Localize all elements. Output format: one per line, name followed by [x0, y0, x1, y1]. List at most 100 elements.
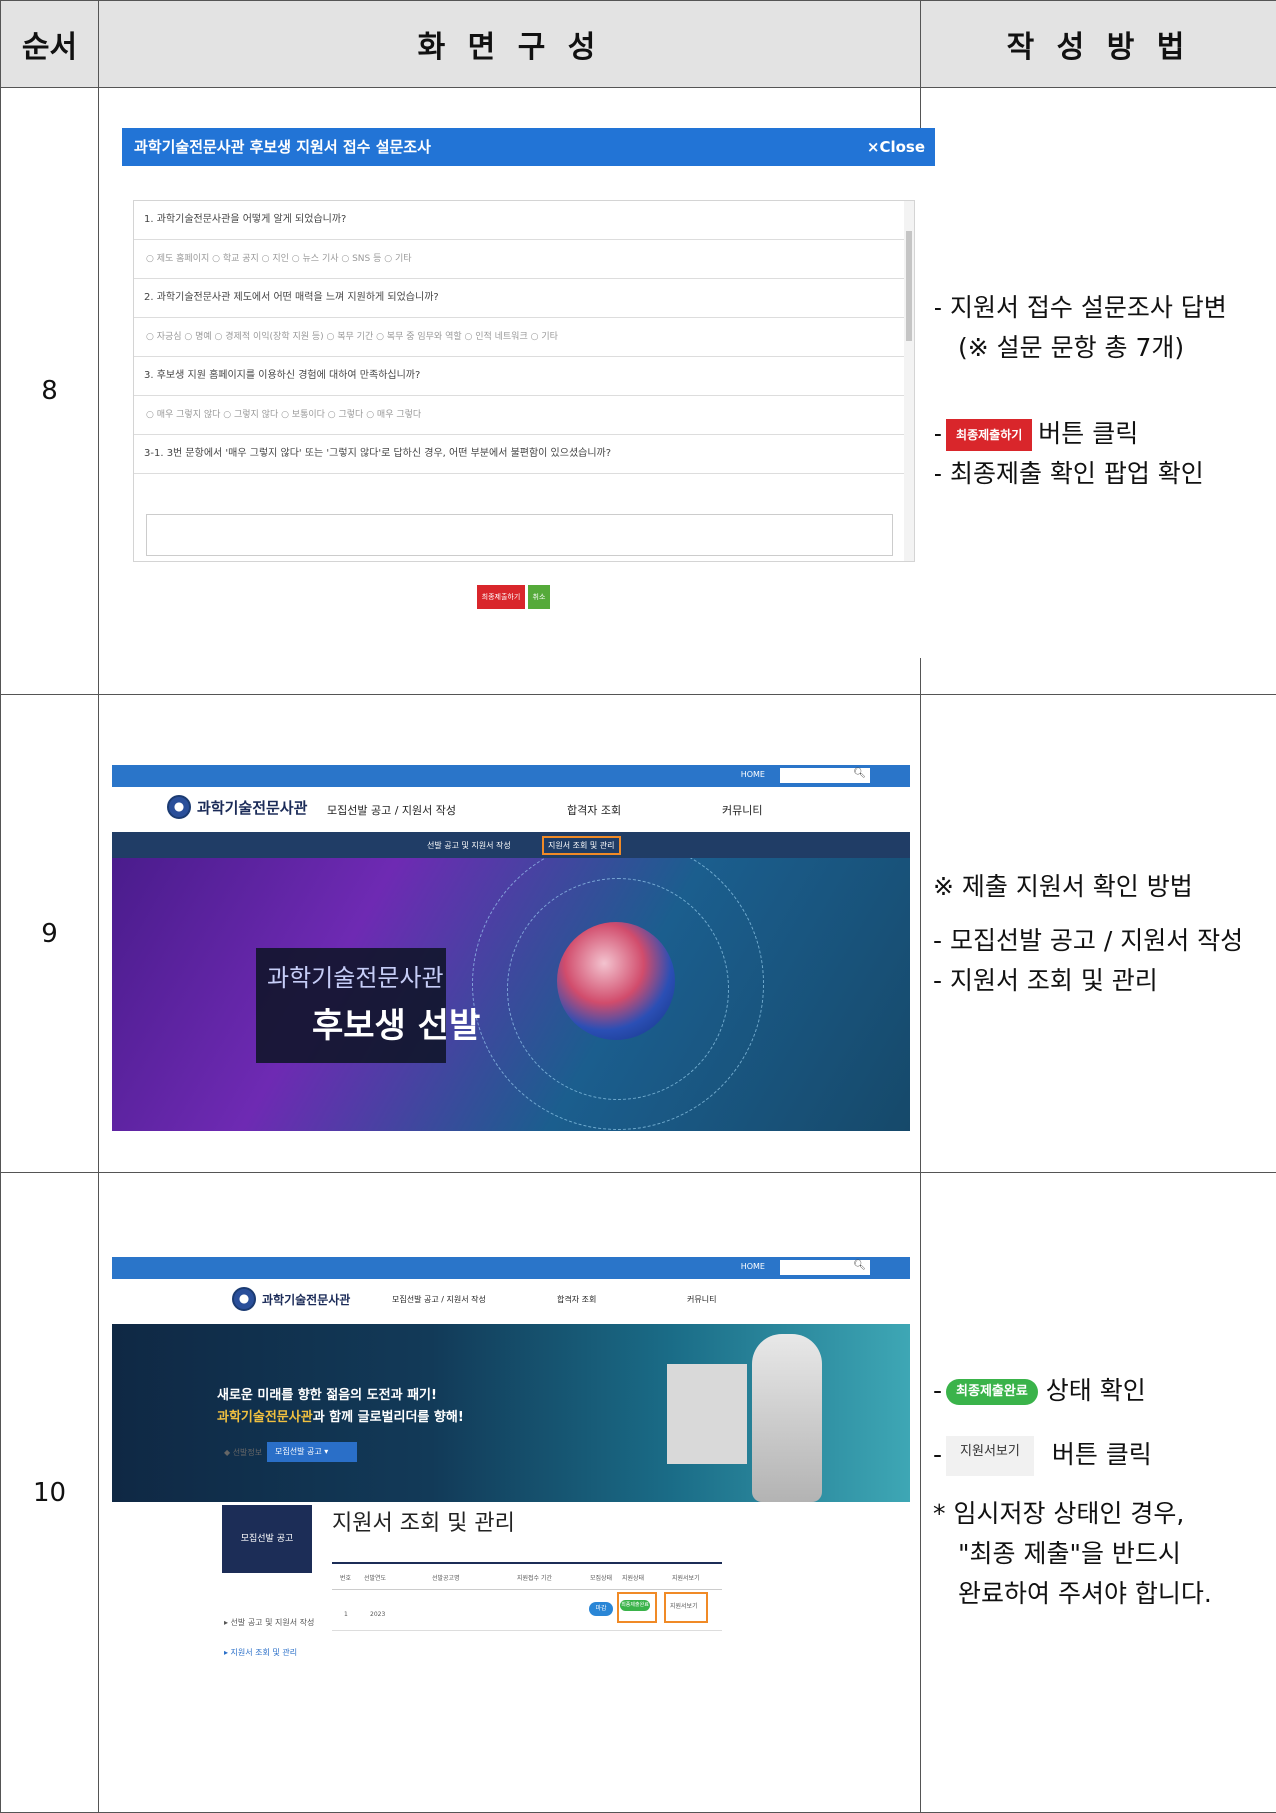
method-line-view: -지원서보기버튼 클릭	[933, 1435, 1268, 1476]
col-state: 모집상태	[590, 1573, 612, 1582]
subnav-item-manage[interactable]: 지원서 조회 및 관리	[542, 836, 621, 855]
question-3-options[interactable]: ○ 매우 그렇지 않다 ○ 그렇지 않다 ○ 보통이다 ○ 그렇다 ○ 매우 그…	[134, 396, 914, 435]
emblem-icon	[232, 1287, 256, 1311]
method-text: 버튼 클릭	[1052, 1440, 1152, 1469]
hero-subtitle: 후보생 선발	[312, 998, 480, 1047]
breadcrumb: ◆ 선발정보	[224, 1447, 262, 1458]
hero-banner: 과학기술전문사관 후보생 선발	[112, 858, 910, 1131]
screen-cell-survey: 과학기술전문사관 후보생 지원서 접수 설문조사 ×Close 1. 과학기술전…	[99, 88, 921, 695]
hero-highlight: 과학기술전문사관	[217, 1410, 313, 1425]
modal-title: 과학기술전문사관 후보생 지원서 접수 설문조사	[134, 138, 431, 156]
puzzle-piece-image	[667, 1364, 747, 1464]
scrollbar-thumb[interactable]	[906, 231, 912, 341]
method-line: - 모집선발 공고 / 지원서 작성	[933, 921, 1268, 961]
method-line: - 지원서 접수 설문조사 답변	[933, 288, 1268, 328]
top-bar: HOME 🔍︎	[112, 1257, 910, 1279]
question-3: 3. 후보생 지원 홈페이지를 이용하신 경험에 대하여 만족하십니까?	[134, 357, 914, 396]
nav-item-community[interactable]: 커뮤니티	[687, 1294, 716, 1305]
view-application-button[interactable]: 지원서보기	[670, 1601, 698, 1610]
method-text: 상태 확인	[1046, 1376, 1146, 1405]
method-note: "최종 제출"을 반드시	[933, 1534, 1268, 1574]
row-number: 10	[1, 1173, 99, 1813]
question-1-options[interactable]: ○ 제도 홈페이지 ○ 학교 공지 ○ 지인 ○ 뉴스 기사 ○ SNS 등 ○…	[134, 240, 914, 279]
final-complete-badge: 최종제출완료	[620, 1600, 650, 1611]
method-cell-9: ※ 제출 지원서 확인 방법 - 모집선발 공고 / 지원서 작성 - 지원서 …	[921, 695, 1276, 1173]
cell-number: 1	[344, 1611, 348, 1618]
logo-text: 과학기술전문사관	[197, 797, 307, 818]
sidebar-item-apply[interactable]: ▸ 선발 공고 및 지원서 작성	[224, 1617, 314, 1628]
table-header: 번호 선발연도 선발공고명 지원접수 기간 모집상태 지원상태 지원서보기	[332, 1562, 722, 1590]
method-cell-8: - 지원서 접수 설문조사 답변 (※ 설문 문항 총 7개) -최종제출하기버…	[921, 88, 1276, 695]
method-text: 버튼 클릭	[1038, 419, 1138, 448]
home-link[interactable]: HOME	[741, 1262, 765, 1271]
breadcrumb-select-value: 모집선발 공고	[275, 1447, 322, 1456]
nav-item-recruit[interactable]: 모집선발 공고 / 지원서 작성	[327, 802, 456, 818]
chevron-down-icon: ▾	[324, 1447, 328, 1456]
page-title: 지원서 조회 및 관리	[332, 1505, 515, 1537]
method-line-submit: -최종제출하기버튼 클릭	[933, 414, 1268, 454]
hero-line-1: 새로운 미래를 향한 젊음의 도전과 패기!	[217, 1384, 437, 1403]
nav-item-community[interactable]: 커뮤니티	[722, 802, 762, 818]
subnav-item-apply[interactable]: 선발 공고 및 지원서 작성	[427, 840, 511, 851]
survey-modal: 과학기술전문사관 후보생 지원서 접수 설문조사 ×Close 1. 과학기술전…	[122, 128, 935, 658]
nav-item-results[interactable]: 합격자 조회	[557, 1294, 596, 1305]
sidebar-item-manage[interactable]: ▸ 지원서 조회 및 관리	[224, 1647, 297, 1658]
header-screen: 화 면 구 성	[99, 1, 921, 88]
hero-line-2: 과학기술전문사관과 함께 글로벌리더를 향해!	[217, 1406, 464, 1425]
screen-cell-home: HOME 🔍︎ 과학기술전문사관 모집선발 공고 / 지원서 작성 합격자 조회…	[99, 695, 921, 1173]
search-icon[interactable]: 🔍︎	[853, 768, 866, 779]
view-application-chip: 지원서보기	[946, 1436, 1034, 1476]
row-number: 9	[1, 695, 99, 1173]
home-link[interactable]: HOME	[741, 770, 765, 779]
cancel-button[interactable]: 취소	[528, 585, 550, 609]
header-row: 순서 화 면 구 성 작 성 방 법	[1, 1, 1276, 88]
final-submit-button[interactable]: 최종제출하기	[477, 585, 525, 609]
nav-bar: 과학기술전문사관 모집선발 공고 / 지원서 작성 합격자 조회 커뮤니티	[112, 787, 910, 832]
hero-title: 과학기술전문사관	[267, 958, 444, 993]
survey-scrollbar[interactable]	[904, 201, 914, 561]
sub-nav: 선발 공고 및 지원서 작성 지원서 조회 및 관리	[112, 832, 910, 858]
col-period: 지원접수 기간	[517, 1573, 552, 1582]
cell-year: 2023	[370, 1611, 385, 1618]
final-complete-chip: 최종제출완료	[946, 1379, 1038, 1405]
method-line: - 최종제출 확인 팝업 확인	[933, 454, 1268, 494]
logo-text: 과학기술전문사관	[262, 1291, 350, 1308]
method-line: - 지원서 조회 및 관리	[933, 961, 1268, 1001]
col-year: 선발연도	[364, 1573, 386, 1582]
close-button[interactable]: ×Close	[867, 128, 925, 166]
question-3-1: 3-1. 3번 문항에서 '매우 그렇지 않다' 또는 '그렇지 않다'로 답하…	[134, 435, 914, 474]
site-screenshot: HOME 🔍︎ 과학기술전문사관 모집선발 공고 / 지원서 작성 합격자 조회…	[112, 1257, 910, 1727]
method-cell-10: -최종제출완료상태 확인 -지원서보기버튼 클릭 * 임시저장 상태인 경우, …	[921, 1173, 1276, 1813]
search-icon[interactable]: 🔍︎	[853, 1260, 866, 1271]
robot-arm-image	[752, 1334, 822, 1502]
header-order: 순서	[1, 1, 99, 88]
method-line-status: -최종제출완료상태 확인	[933, 1371, 1268, 1411]
question-1: 1. 과학기술전문사관을 어떻게 알게 되었습니까?	[134, 201, 914, 240]
logo[interactable]: 과학기술전문사관	[232, 1287, 350, 1311]
nav-item-recruit[interactable]: 모집선발 공고 / 지원서 작성	[392, 1294, 486, 1305]
manual-table: 순서 화 면 구 성 작 성 방 법 8 과학기술전문사관 후보생 지원서 접수…	[0, 0, 1276, 1813]
row-9: 9 HOME 🔍︎ 과학기술전문사관 모집선발 공고 / 지원서 작성 합격자 …	[1, 695, 1276, 1173]
top-bar: HOME 🔍︎	[112, 765, 910, 787]
row-8: 8 과학기술전문사관 후보생 지원서 접수 설문조사 ×Close 1. 과학기…	[1, 88, 1276, 695]
site-screenshot: HOME 🔍︎ 과학기술전문사관 모집선발 공고 / 지원서 작성 합격자 조회…	[112, 765, 910, 1131]
search-input[interactable]: 🔍︎	[780, 1260, 870, 1275]
method-line: (※ 설문 문항 총 7개)	[933, 328, 1268, 368]
question-2-options[interactable]: ○ 자긍심 ○ 명예 ○ 경제적 이익(장학 지원 등) ○ 복무 기간 ○ 복…	[134, 318, 914, 357]
modal-header: 과학기술전문사관 후보생 지원서 접수 설문조사 ×Close	[122, 128, 935, 166]
breadcrumb-select[interactable]: 모집선발 공고 ▾	[267, 1442, 357, 1462]
screen-cell-manage: HOME 🔍︎ 과학기술전문사관 모집선발 공고 / 지원서 작성 합격자 조회…	[99, 1173, 921, 1813]
search-input[interactable]: 🔍︎	[780, 768, 870, 783]
emblem-icon	[167, 795, 191, 819]
nav-bar: 과학기술전문사관 모집선발 공고 / 지원서 작성 합격자 조회 커뮤니티	[112, 1279, 910, 1324]
final-submit-chip: 최종제출하기	[946, 419, 1032, 451]
col-status: 지원상태	[622, 1573, 644, 1582]
answer-textarea[interactable]	[146, 514, 893, 556]
question-2: 2. 과학기술전문사관 제도에서 어떤 매력을 느껴 지원하게 되었습니까?	[134, 279, 914, 318]
nav-item-results[interactable]: 합격자 조회	[567, 802, 621, 818]
logo[interactable]: 과학기술전문사관	[167, 795, 307, 819]
col-number: 번호	[340, 1573, 351, 1582]
header-method: 작 성 방 법	[921, 1, 1276, 88]
globe-image	[557, 922, 675, 1040]
method-note: 완료하여 주셔야 합니다.	[933, 1574, 1268, 1614]
